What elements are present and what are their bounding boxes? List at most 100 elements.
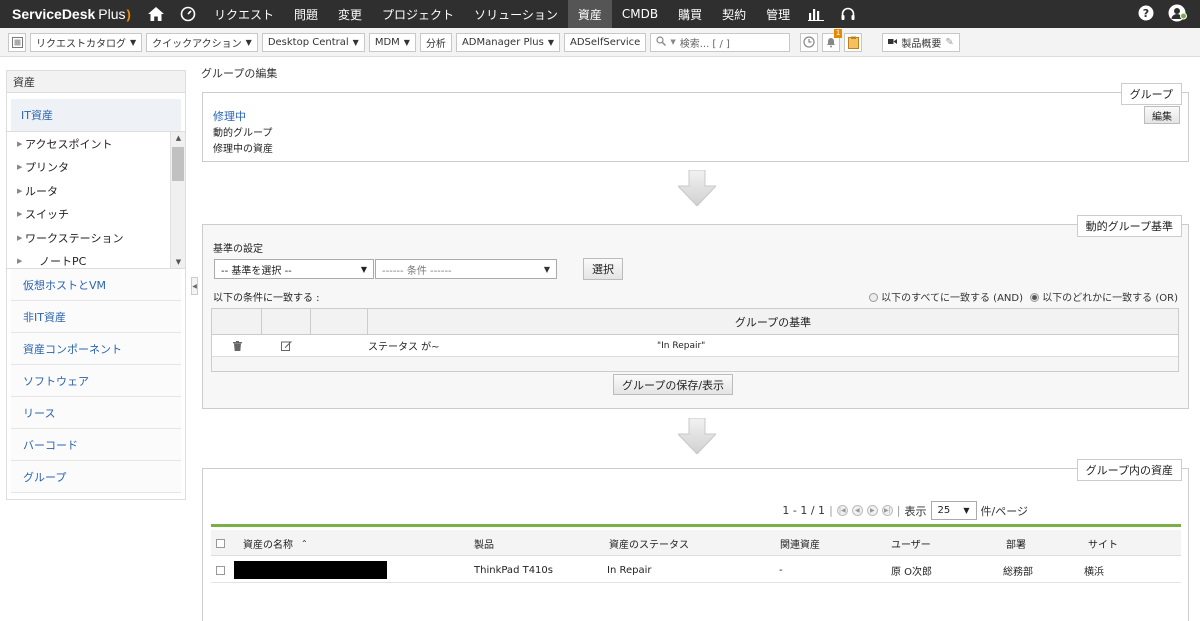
user-profile-icon[interactable] xyxy=(1168,4,1188,25)
row-checkbox[interactable] xyxy=(216,557,225,583)
col-user[interactable]: ユーザー xyxy=(891,530,931,556)
chevron-down-icon: ▼ xyxy=(403,37,410,47)
new-item-icon[interactable] xyxy=(8,32,26,52)
sidebar-item-non-it-assets[interactable]: 非IT資産 xyxy=(11,301,181,333)
request-catalog-label: リクエストカタログ xyxy=(36,38,126,50)
sidebar-collapse-handle[interactable]: ◀ xyxy=(191,277,198,295)
col-asset-status[interactable]: 資産のステータス xyxy=(609,530,689,556)
sidebar-item-it-assets[interactable]: IT資産 xyxy=(11,99,181,131)
tree-item-access-point[interactable]: ▶ アクセスポイント xyxy=(7,132,185,156)
admanager-dropdown[interactable]: ADManager Plus ▼ xyxy=(455,32,561,52)
sidebar-item-lease[interactable]: リース xyxy=(11,397,181,429)
sidebar-item-groups[interactable]: グループ xyxy=(11,461,181,493)
col-site[interactable]: サイト xyxy=(1088,530,1118,556)
reminders-icon[interactable]: 1 xyxy=(822,28,843,52)
dashboard-icon[interactable] xyxy=(172,0,204,28)
expand-triangle-icon[interactable]: ▶ xyxy=(17,257,39,265)
desktop-central-dropdown[interactable]: Desktop Central ▼ xyxy=(261,32,365,52)
col-department[interactable]: 部署 xyxy=(1006,530,1026,556)
analysis-button[interactable]: 分析 xyxy=(419,32,452,52)
tree-item-switch[interactable]: ▶ スイッチ xyxy=(7,203,185,227)
last-page-icon[interactable]: ▶| xyxy=(881,505,893,516)
select-all-checkbox[interactable] xyxy=(216,530,225,556)
pager-divider: | xyxy=(896,504,901,517)
prev-page-icon[interactable]: ◀ xyxy=(851,505,863,516)
support-headset-icon[interactable] xyxy=(832,0,864,28)
tab-cmdb[interactable]: CMDB xyxy=(612,0,668,28)
tab-purchase[interactable]: 購買 xyxy=(668,0,712,28)
home-icon[interactable] xyxy=(140,0,172,28)
tree-item-laptop[interactable]: ▶ ノートPC xyxy=(7,250,185,268)
tab-assets[interactable]: 資産 xyxy=(567,0,612,28)
request-catalog-dropdown[interactable]: リクエストカタログ ▼ xyxy=(30,32,143,52)
expand-triangle-icon[interactable]: ▶ xyxy=(17,187,25,195)
match-label: 以下の条件に一致する : xyxy=(213,293,320,304)
edit-group-button[interactable]: 編集 xyxy=(1144,106,1180,124)
sidebar-item-virtual-hosts[interactable]: 仮想ホストとVM xyxy=(11,269,181,301)
quick-action-dropdown[interactable]: クイックアクション ▼ xyxy=(146,32,258,52)
save-group-button[interactable]: グループの保存/表示 xyxy=(613,374,734,395)
brand-logo[interactable]: ServiceDesk Plus) xyxy=(0,6,140,22)
tab-requests[interactable]: リクエスト xyxy=(204,0,284,28)
search-input[interactable]: ▼ 検索... [ / ] xyxy=(650,32,791,52)
chevron-down-icon: ▼ xyxy=(245,37,252,47)
next-page-icon[interactable]: ▶ xyxy=(866,505,878,516)
criteria-select-value: -- 基準を選択 -- xyxy=(221,265,292,277)
help-icon[interactable]: ? xyxy=(1138,5,1154,24)
chevron-down-icon: ▼ xyxy=(963,506,970,515)
tree-item-router[interactable]: ▶ ルータ xyxy=(7,179,185,203)
brand-swoosh-icon: ) xyxy=(126,6,131,22)
sidebar-item-software[interactable]: ソフトウェア xyxy=(11,365,181,397)
col-related-assets[interactable]: 関連資産 xyxy=(780,530,820,556)
scroll-up-icon[interactable]: ▲ xyxy=(171,134,185,142)
edit-criteria-icon[interactable] xyxy=(262,340,311,351)
criteria-select[interactable]: -- 基準を選択 -- ▼ xyxy=(214,259,374,279)
sidebar-item-barcode[interactable]: バーコード xyxy=(11,429,181,461)
expand-triangle-icon[interactable]: ▶ xyxy=(17,210,25,218)
expand-triangle-icon[interactable]: ▶ xyxy=(17,140,25,148)
scroll-down-icon[interactable]: ▼ xyxy=(171,258,185,266)
assets-table-header: 資産の名称 ⌃ 製品 資産のステータス 関連資産 ユーザー 部署 サイト xyxy=(211,530,1181,556)
delete-trash-icon[interactable] xyxy=(212,340,262,351)
scrollbar-thumb[interactable] xyxy=(172,147,184,181)
sidebar-item-asset-components[interactable]: 資産コンポーネント xyxy=(11,333,181,365)
tab-contracts[interactable]: 契約 xyxy=(712,0,756,28)
match-any-radio[interactable] xyxy=(1030,293,1040,302)
analysis-label: 分析 xyxy=(425,38,446,50)
first-page-icon[interactable]: |◀ xyxy=(836,505,848,516)
clock-icon[interactable] xyxy=(800,32,819,52)
product-overview-label: 製品概要 xyxy=(901,38,942,50)
tab-changes[interactable]: 変更 xyxy=(328,0,372,28)
clipboard-icon[interactable] xyxy=(844,32,863,52)
col-asset-name[interactable]: 資産の名称 ⌃ xyxy=(243,530,308,556)
match-all-radio[interactable] xyxy=(869,293,879,302)
per-page-select[interactable]: 25 ▼ xyxy=(930,501,977,520)
tab-admin[interactable]: 管理 xyxy=(756,0,800,28)
asset-sidebar: 資産 IT資産 ▶ アクセスポイント ▶ プリンタ ▶ ルータ ▶ スイッチ ▶ ワークス… xyxy=(6,70,186,500)
condition-select-value: ------ 条件 ------ xyxy=(382,265,452,277)
search-scope-chevron-icon[interactable]: ▼ xyxy=(670,38,675,46)
page-title: グループの編集 xyxy=(201,67,278,80)
expand-triangle-icon[interactable]: ▶ xyxy=(17,163,25,171)
tab-problems[interactable]: 問題 xyxy=(284,0,328,28)
tab-projects[interactable]: プロジェクト xyxy=(372,0,464,28)
product-overview-button[interactable]: 製品概要 ✎ xyxy=(882,32,960,52)
tree-item-label: プリンタ xyxy=(25,161,69,175)
pager-divider: | xyxy=(829,504,833,517)
select-criteria-button[interactable]: 選択 xyxy=(583,258,623,280)
asset-name-cell[interactable] xyxy=(234,557,387,583)
adselfservice-button[interactable]: ADSelfService xyxy=(564,32,647,52)
tree-scrollbar[interactable]: ▲ ▼ xyxy=(170,132,185,268)
expand-triangle-icon[interactable]: ▶ xyxy=(17,234,25,242)
sort-asc-icon[interactable]: ⌃ xyxy=(301,539,308,548)
tree-item-workstation[interactable]: ▶ ワークステーション xyxy=(7,226,185,250)
match-options: 以下のすべてに一致する (AND) 以下のどれかに一致する (OR) xyxy=(869,289,1178,304)
admanager-label: ADManager Plus xyxy=(461,36,544,48)
tree-item-printer[interactable]: ▶ プリンタ xyxy=(7,156,185,180)
mdm-dropdown[interactable]: MDM ▼ xyxy=(368,32,416,52)
condition-select[interactable]: ------ 条件 ------ ▼ xyxy=(375,259,557,279)
tab-solutions[interactable]: ソリューション xyxy=(464,0,568,28)
pin-icon[interactable]: ✎ xyxy=(945,37,953,48)
reports-icon[interactable] xyxy=(800,0,832,28)
col-product[interactable]: 製品 xyxy=(474,530,494,556)
